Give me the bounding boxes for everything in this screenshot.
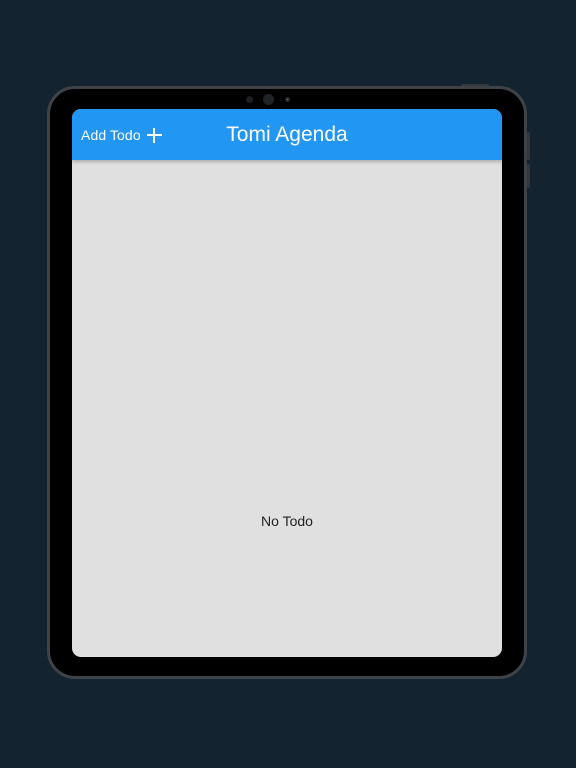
add-todo-label: Add Todo (81, 127, 141, 143)
app-bar: Add Todo Tomi Agenda (72, 109, 502, 160)
device-scene: Add Todo Tomi Agenda No Todo (0, 0, 576, 768)
volume-down-button (527, 164, 530, 188)
plus-icon (146, 127, 162, 143)
sensor-icon (246, 96, 253, 103)
light-sensor-icon (285, 97, 290, 102)
camera-icon (263, 94, 274, 105)
app-screen: Add Todo Tomi Agenda No Todo (72, 109, 502, 657)
camera-bar (0, 94, 576, 105)
empty-state-message: No Todo (261, 513, 313, 529)
add-todo-button[interactable]: Add Todo (81, 121, 162, 149)
volume-up-button (527, 132, 530, 160)
